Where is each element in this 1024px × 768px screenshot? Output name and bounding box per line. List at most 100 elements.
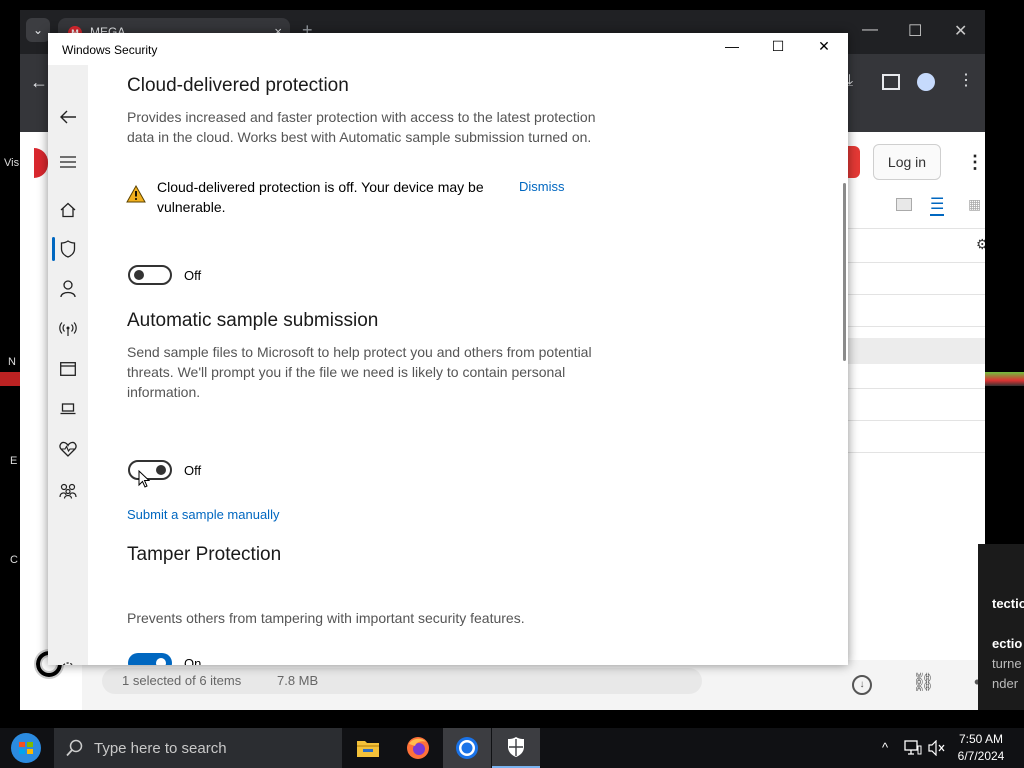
cloud-protection-warning: Cloud-delivered protection is off. Your … xyxy=(157,179,484,215)
table-row xyxy=(848,420,985,421)
mouse-cursor-icon xyxy=(138,469,151,493)
sample-toggle-state: Off xyxy=(184,463,202,478)
table-row xyxy=(848,388,985,389)
sample-submission-heading: Automatic sample submission xyxy=(127,310,379,331)
sample-submission-toggle[interactable] xyxy=(128,460,172,480)
login-button[interactable]: Log in xyxy=(873,144,941,180)
warning-icon xyxy=(126,184,146,208)
toggle-knob xyxy=(156,658,166,665)
window-title: Windows Security xyxy=(62,43,158,57)
desktop-icon-label[interactable]: E xyxy=(10,455,17,467)
file-explorer-taskbar-button[interactable] xyxy=(344,728,392,768)
browser-back-icon[interactable]: ← xyxy=(30,72,48,93)
chrome-taskbar-button[interactable] xyxy=(443,728,491,768)
browser-menu-icon[interactable]: ⋮ xyxy=(958,70,974,90)
maximize-button[interactable]: ☐ xyxy=(755,38,801,60)
nav-settings[interactable] xyxy=(48,654,88,665)
cloud-protection-heading: Cloud-delivered protection xyxy=(127,75,349,96)
person-icon xyxy=(60,280,76,298)
mega-status-bar: 1 selected of 6 items 7.8 MB ↓ ⛓ ••• xyxy=(82,660,985,710)
active-indicator xyxy=(52,237,55,261)
taskbar-search-box[interactable]: Type here to search xyxy=(54,728,342,768)
nav-virus-threat-protection[interactable] xyxy=(48,234,88,264)
firefox-icon xyxy=(407,737,429,759)
back-arrow-icon xyxy=(60,110,76,124)
tray-overflow-chevron[interactable]: ^ xyxy=(882,740,888,755)
sample-submission-description: Send sample files to Microsoft to help p… xyxy=(127,344,592,400)
grid-view-icon[interactable]: ▦ xyxy=(968,196,981,213)
nav-device-security[interactable] xyxy=(48,394,88,424)
selection-status: 1 selected of 6 items 7.8 MB xyxy=(102,668,702,694)
tab-search-button[interactable]: ⌄ xyxy=(26,18,50,42)
search-placeholder: Type here to search xyxy=(94,740,227,757)
nav-firewall-network[interactable] xyxy=(48,314,88,344)
navigation-rail xyxy=(48,65,88,665)
hamburger-menu-button[interactable] xyxy=(48,147,88,177)
back-button[interactable] xyxy=(48,102,88,132)
windows-security-taskbar-button[interactable] xyxy=(492,728,540,768)
profile-avatar-icon[interactable] xyxy=(917,73,935,91)
scrollbar-thumb[interactable] xyxy=(843,183,846,361)
table-row xyxy=(848,262,985,263)
minimize-button[interactable]: — xyxy=(709,38,755,60)
list-view-icon[interactable]: ☰ xyxy=(930,194,945,216)
shield-icon xyxy=(60,240,76,258)
download-icon[interactable]: ↓ xyxy=(852,675,872,695)
start-button[interactable] xyxy=(2,728,50,768)
thumbnail-view-icon[interactable] xyxy=(896,198,912,211)
gear-icon xyxy=(62,662,74,665)
settings-gear-icon[interactable]: ⚙ xyxy=(976,236,985,253)
submit-sample-link[interactable]: Submit a sample manually xyxy=(127,507,279,522)
laptop-icon xyxy=(60,403,76,415)
chrome-icon xyxy=(456,737,478,759)
tamper-toggle-state: On xyxy=(184,656,202,665)
notification-line: turne xyxy=(992,656,1022,671)
toggle-knob xyxy=(156,465,166,475)
browser-window-icon xyxy=(60,362,76,376)
dismiss-link[interactable]: Dismiss xyxy=(519,179,565,194)
side-panel-icon[interactable] xyxy=(882,74,900,90)
tamper-protection-toggle[interactable] xyxy=(128,653,172,665)
selection-count: 1 selected of 6 items xyxy=(122,673,242,688)
heart-pulse-icon xyxy=(59,441,77,457)
cloud-protection-toggle[interactable] xyxy=(128,265,172,285)
browser-minimize-icon[interactable]: — xyxy=(862,21,878,39)
table-row xyxy=(848,452,985,453)
home-icon xyxy=(60,202,76,218)
divider xyxy=(848,228,985,229)
desktop-icon-label[interactable]: Vis xyxy=(4,157,19,169)
close-button[interactable]: ✕ xyxy=(801,38,847,60)
nav-device-performance-health[interactable] xyxy=(48,434,88,464)
clock-time: 7:50 AM xyxy=(958,732,1004,746)
table-row xyxy=(848,326,985,327)
nav-home[interactable] xyxy=(48,195,88,225)
tamper-protection-heading: Tamper Protection xyxy=(127,544,282,565)
desktop-icon-strip xyxy=(0,372,20,386)
selected-table-row[interactable] xyxy=(848,338,985,364)
tamper-protection-description: Prevents others from tampering with impo… xyxy=(127,610,525,626)
desktop-icon-label[interactable]: C xyxy=(10,554,18,566)
notification-panel: tectio ectio turne nder xyxy=(978,544,1024,710)
nav-account-protection[interactable] xyxy=(48,274,88,304)
notification-line: tectio xyxy=(992,596,1024,611)
nav-family-options[interactable] xyxy=(48,476,88,506)
table-row xyxy=(848,294,985,295)
toggle-knob xyxy=(134,270,144,280)
cloud-protection-description: Provides increased and faster protection… xyxy=(127,109,596,145)
firefox-taskbar-button[interactable] xyxy=(394,728,442,768)
link-icon[interactable]: ⛓ xyxy=(912,672,935,693)
taskbar: Type here to search ^ 7:50 AM 6/7/2024 xyxy=(0,728,1024,768)
desktop-icon-label[interactable]: N xyxy=(8,356,16,368)
mega-menu-icon[interactable]: ⋮ xyxy=(966,152,984,173)
windows-security-window: Windows Security — ☐ ✕ Cloud-delivered p… xyxy=(48,33,848,665)
cloud-toggle-state: Off xyxy=(184,268,202,283)
hamburger-icon xyxy=(60,156,76,168)
notification-line: nder xyxy=(992,676,1019,691)
search-icon xyxy=(66,739,83,757)
network-icon[interactable] xyxy=(904,740,922,761)
volume-muted-icon[interactable] xyxy=(928,739,946,761)
system-clock[interactable]: 7:50 AM 6/7/2024 xyxy=(950,731,1012,765)
browser-maximize-icon[interactable]: ☐ xyxy=(908,21,922,41)
nav-app-browser-control[interactable] xyxy=(48,354,88,384)
browser-close-icon[interactable]: ✕ xyxy=(954,21,967,41)
